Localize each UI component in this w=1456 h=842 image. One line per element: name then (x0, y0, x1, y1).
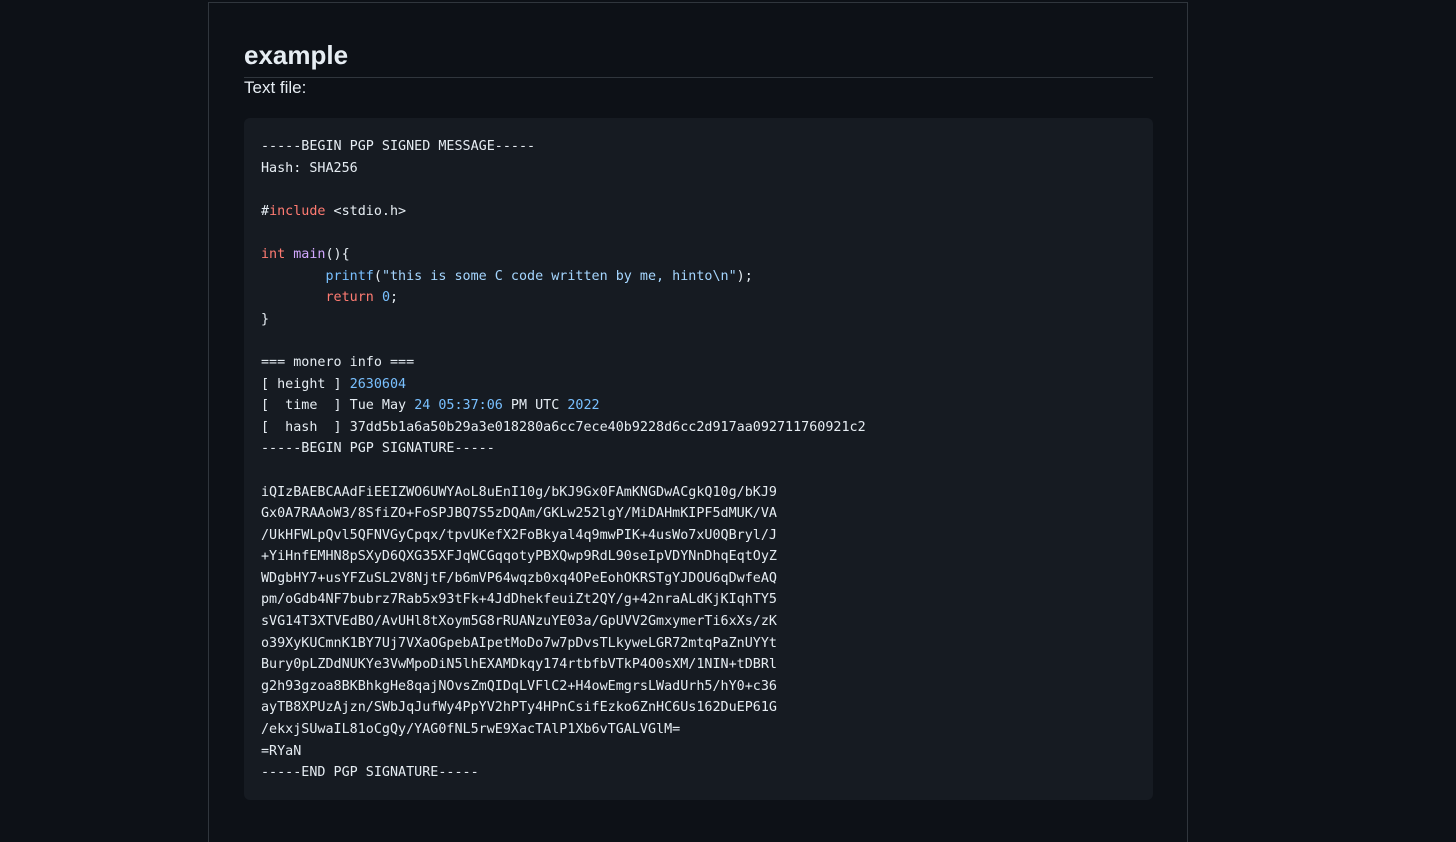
sig-line: iQIzBAEBCAAdFiEEIZWO6UWYAoL8uEnI10g/bKJ9… (261, 484, 777, 500)
close-brace: } (261, 311, 270, 327)
sig-line: +YiHnfEMHN8pSXyD6QXG35XFJqWCGqqotyPBXQwp… (261, 549, 777, 565)
sig-line: Bury0pLZDdNUKYe3VwMpoDiN5lhEXAMDkqy174rt… (261, 657, 777, 673)
include-line: #include <stdio.h> (261, 203, 407, 219)
monero-header: === monero info === (261, 354, 415, 370)
monero-time: [ time ] Tue May 24 05:37:06 PM UTC 2022 (261, 398, 600, 414)
sig-line: /UkHFWLpQvl5QFNVGyCpqx/tpvUKefX2FoBkyal4… (261, 527, 777, 543)
sig-line: o39XyKUCmnK1BY7Uj7VXaOGpebAIpetMoDo7w7pD… (261, 635, 777, 651)
sig-line: g2h93gzoa8BKBhkgHe8qajNOvsZmQIDqLVFlC2+H… (261, 678, 777, 694)
printf-line: printf("this is some C code written by m… (325, 268, 753, 284)
intro-text: Text file: (244, 78, 307, 97)
pgp-begin-signature: -----BEGIN PGP SIGNATURE----- (261, 441, 495, 457)
sig-line: ayTB8XPUzAjzn/SWbJqJufWy4PpYV2hPTy4HPnCs… (261, 700, 777, 716)
page-heading: example (244, 35, 1153, 78)
sig-line: Gx0A7RAAoW3/8SfiZO+FoSPJBQ7S5zDQAm/GKLw2… (261, 506, 777, 522)
code-block[interactable]: -----BEGIN PGP SIGNED MESSAGE----- Hash:… (244, 118, 1153, 800)
code-content: -----BEGIN PGP SIGNED MESSAGE----- Hash:… (261, 136, 1136, 784)
sig-line: /ekxjSUwaIL81oCgQy/YAG0fNL5rwE9XacTAlP1X… (261, 722, 681, 738)
sig-line: pm/oGdb4NF7bubrz7Rab5x93tFk+4JdDhekfeuiZ… (261, 592, 777, 608)
return-line: return 0; (325, 290, 399, 306)
pgp-begin-message: -----BEGIN PGP SIGNED MESSAGE----- (261, 139, 536, 154)
pgp-hash-line: Hash: SHA256 (261, 160, 358, 176)
sig-checksum: =RYaN (261, 743, 302, 759)
sig-line: sVG14T3XTVEdBO/AvUHl8tXoym5G8rRUANzuYE03… (261, 614, 777, 630)
sig-line: WDgbHY7+usYFZuSL2V8NjtF/b6mVP64wqzb0xq4O… (261, 570, 777, 586)
pgp-end-signature: -----END PGP SIGNATURE----- (261, 765, 479, 781)
monero-hash: [ hash ] 37dd5b1a6a50b29a3e018280a6cc7ec… (261, 419, 866, 435)
monero-height: [ height ] 2630604 (261, 376, 407, 392)
main-signature: int main(){ (261, 246, 350, 262)
